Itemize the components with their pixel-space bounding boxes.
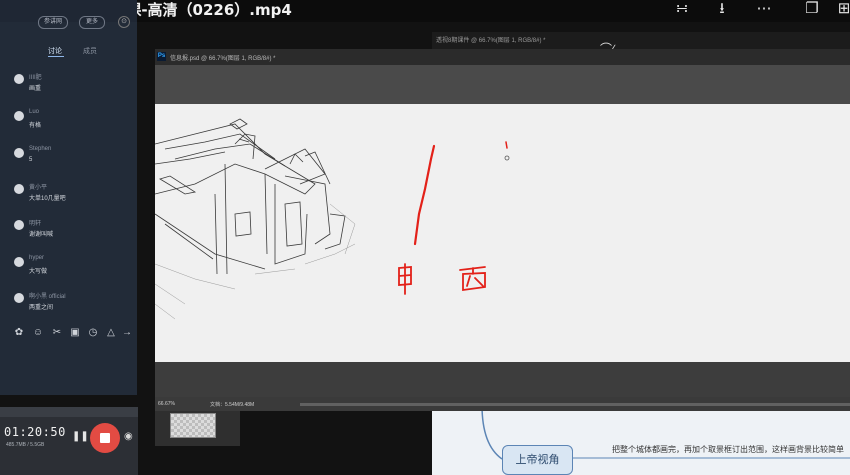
send-arrow-icon[interactable]: → <box>120 326 134 340</box>
recorder-toolbar <box>0 407 138 417</box>
tab-members[interactable]: 成员 <box>83 46 97 56</box>
pause-icon[interactable]: ❚❚ <box>72 431 89 442</box>
avatar <box>14 220 24 230</box>
avatar <box>14 184 24 194</box>
avatar <box>14 111 24 121</box>
chat-comment: Luo 有格 <box>12 109 132 143</box>
flower-icon[interactable]: ✿ <box>12 326 26 340</box>
chat-comment: 黄小平 大单10几量吧 <box>12 182 132 216</box>
comment-text: 画重 <box>29 86 42 92</box>
comment-text: 5 <box>29 157 33 163</box>
avatar <box>14 257 24 267</box>
background-window-title: 透视8期课件 @ 66.7%(图层 1, RGB/8#) * <box>436 38 546 44</box>
avatar <box>14 148 24 158</box>
comment-text: 谢谢叫喊 <box>29 232 54 238</box>
scissors-icon[interactable]: ✂ <box>50 326 64 340</box>
photoshop-icon: Ps <box>157 52 166 61</box>
mindmap-area <box>432 405 850 475</box>
layer-thumbnail[interactable] <box>170 413 216 438</box>
emoji-icon[interactable]: ☺ <box>31 326 45 340</box>
chat-comment: 啊小黑 official 两重之间 <box>12 291 132 325</box>
stop-icon[interactable] <box>100 433 110 443</box>
tab-discussion[interactable]: 讨论 <box>48 46 62 56</box>
image-icon[interactable]: ▣ <box>68 326 82 340</box>
bell-icon[interactable]: △ <box>104 326 118 340</box>
chat-toolbar: ✿ ☺ ✂ ▣ ◷ △ → <box>12 326 136 340</box>
red-annotations <box>398 141 510 295</box>
drawing-canvas[interactable] <box>155 104 850 362</box>
horizontal-scrollbar[interactable] <box>300 403 850 406</box>
share-icon[interactable]: ∺ <box>670 0 694 18</box>
chat-comment: IIII肥 画重 <box>12 72 132 106</box>
comment-text: 有格 <box>29 123 42 129</box>
mindmap-lines <box>481 405 850 460</box>
tab-indicator <box>48 56 64 57</box>
comment-author: 明轩 <box>29 221 42 227</box>
window-icon[interactable]: ❐ <box>800 0 824 18</box>
chat-comment: 明轩 谢谢叫喊 <box>12 218 132 252</box>
zoom-level[interactable]: 66.67% <box>158 401 175 407</box>
comment-text: 大写做 <box>29 269 48 275</box>
top-button-more[interactable]: 更多 <box>79 16 105 29</box>
avatar <box>14 293 24 303</box>
mindmap-node[interactable]: 上帝视角 <box>502 445 573 475</box>
comment-author: IIII肥 <box>29 75 42 81</box>
avatar <box>14 74 24 84</box>
document-tab-title[interactable]: 信息报.psd @ 66.7%(图层 1, RGB/8#) * <box>170 53 275 62</box>
clock-icon[interactable]: ◷ <box>86 326 100 340</box>
comment-author: Stephen <box>29 146 52 152</box>
comment-author: hyper <box>29 255 45 261</box>
chat-comment: Stephen 5 <box>12 146 132 180</box>
chat-comment: hyper 大写做 <box>12 255 132 289</box>
char-bing <box>459 266 486 292</box>
document-size: 文档：5.54M/9.48M <box>210 402 255 408</box>
camera-icon[interactable]: ◉ <box>124 431 133 442</box>
recording-size: 485.7MB / 5.5GB <box>6 442 45 448</box>
house-sketch <box>155 118 346 275</box>
comment-text: 大单10几量吧 <box>29 196 66 202</box>
top-button-1[interactable]: 参讲网 <box>38 16 68 29</box>
char-jia <box>398 263 412 295</box>
comment-text: 两重之间 <box>29 305 54 311</box>
recording-time: 01:20:50 <box>4 425 66 439</box>
more-icon[interactable]: ⋯ <box>752 0 776 18</box>
settings-icon[interactable]: ⊙ <box>118 16 130 28</box>
house-sketch-light <box>155 203 356 320</box>
sketch-drawing <box>155 118 510 320</box>
mindmap-text: 把整个城体都画完，再加个取景框订出范围，这样画背景比较简单 <box>612 445 844 454</box>
comment-author: 啊小黑 official <box>29 294 66 300</box>
comment-author: Luo <box>29 109 40 115</box>
add-icon[interactable]: ⊞ <box>832 0 850 18</box>
comment-author: 黄小平 <box>29 185 48 191</box>
red-vertical-line <box>413 144 436 246</box>
download-icon[interactable]: ⭳ <box>710 0 734 18</box>
